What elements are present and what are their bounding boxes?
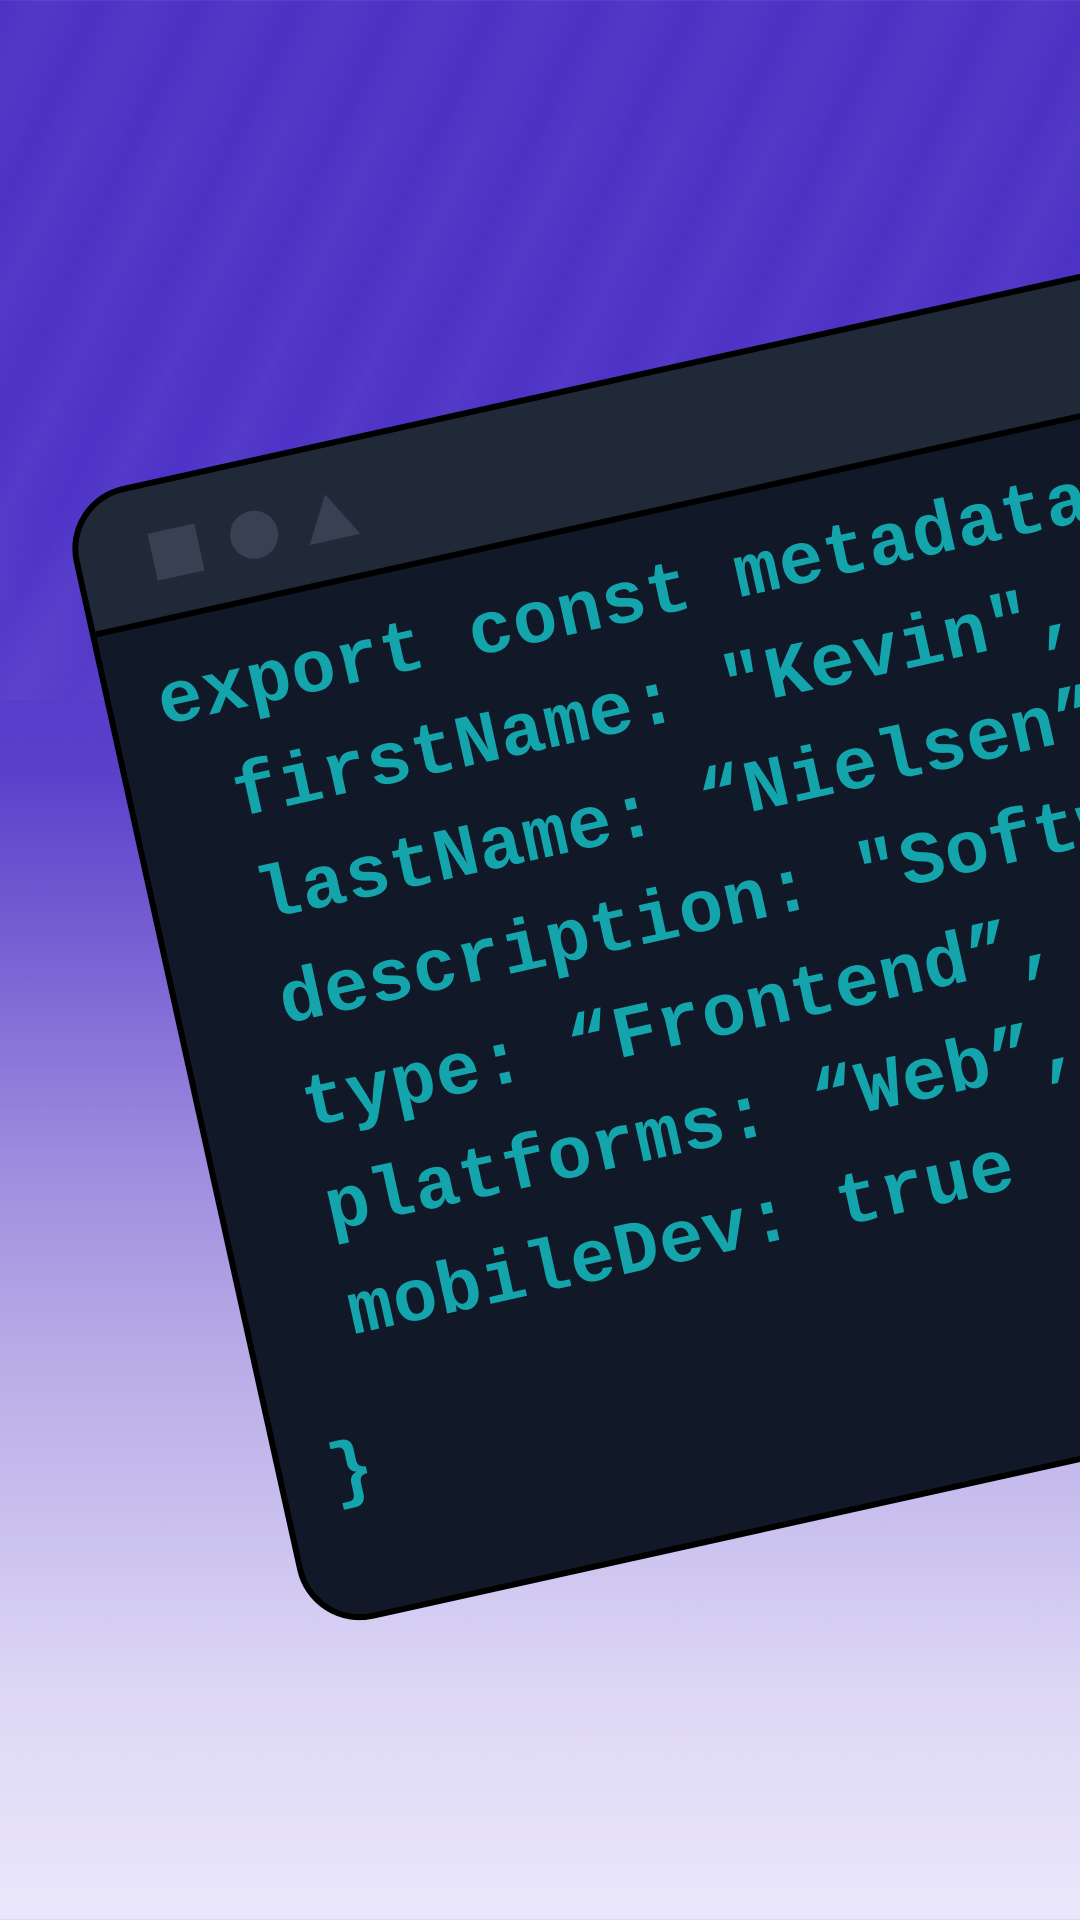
code-window: export const metadata = { firstName: "Ke… <box>60 132 1080 1633</box>
circle-icon <box>225 506 283 564</box>
triangle-icon <box>299 488 361 546</box>
square-icon <box>147 523 205 581</box>
code-line-close-brace: } <box>320 1426 384 1519</box>
